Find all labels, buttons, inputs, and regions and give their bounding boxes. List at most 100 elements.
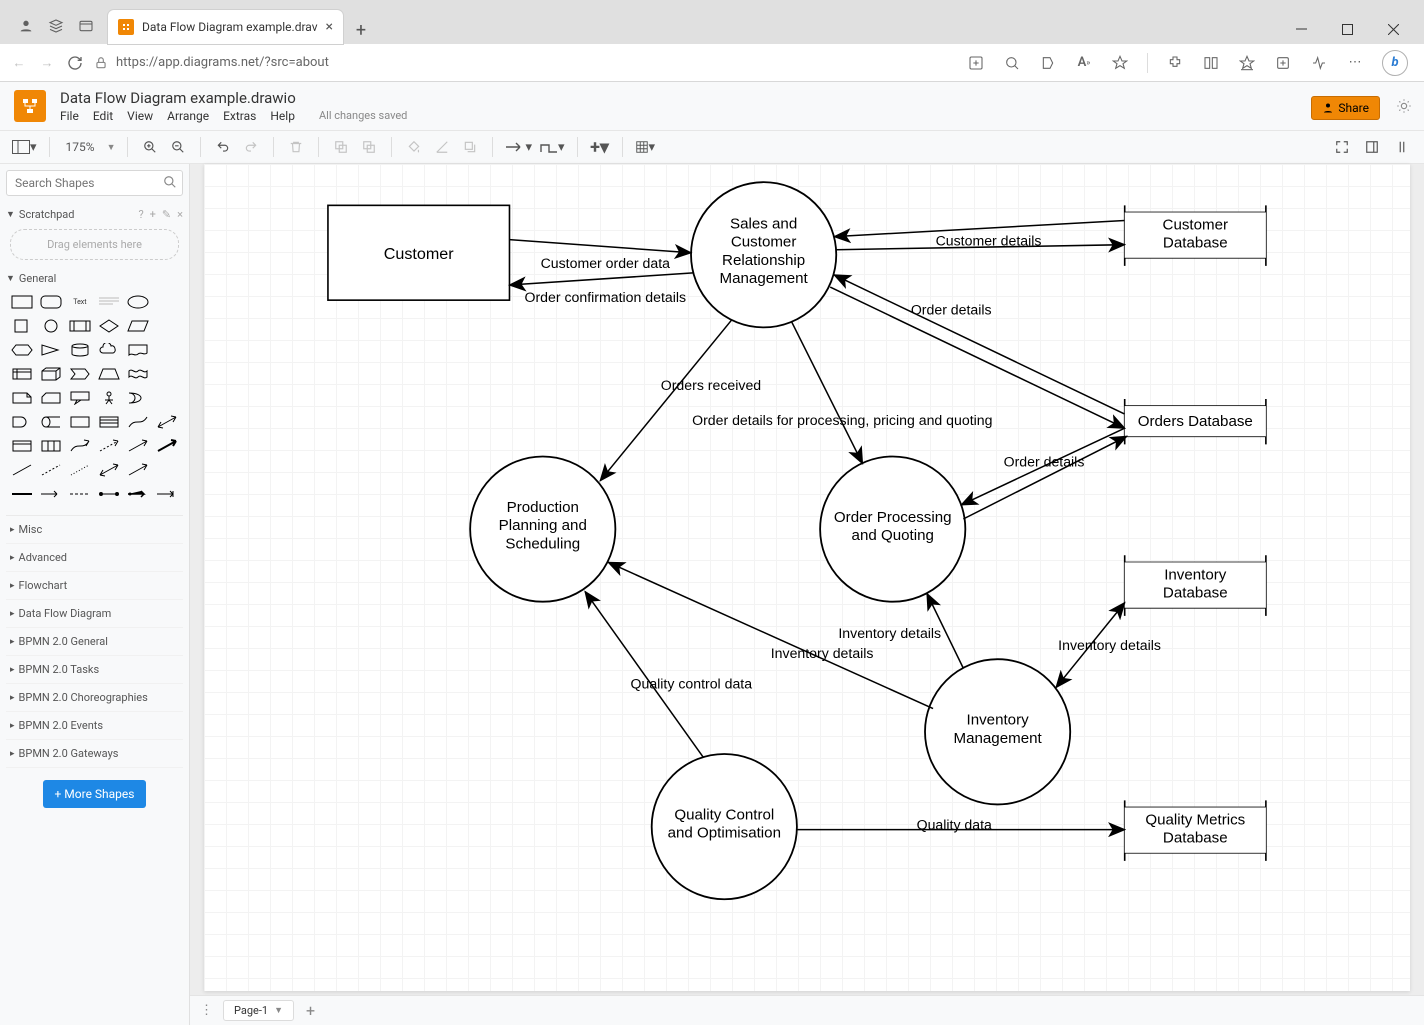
- category-bpmn-choreographies[interactable]: ▸BPMN 2.0 Choreographies: [6, 684, 183, 712]
- category-flowchart[interactable]: ▸Flowchart: [6, 572, 183, 600]
- theme-toggle-icon[interactable]: [1396, 98, 1412, 118]
- search-icon[interactable]: [163, 175, 177, 193]
- flow-order-details-opq-out[interactable]: [963, 436, 1126, 519]
- workspaces-icon[interactable]: [48, 18, 64, 34]
- read-aloud-icon[interactable]: [1039, 54, 1057, 72]
- favorites-bar-icon[interactable]: [1238, 54, 1256, 72]
- waypoints-icon[interactable]: ▾: [540, 135, 565, 159]
- shape-connector4[interactable]: [97, 485, 120, 503]
- shape-connector2[interactable]: [39, 485, 62, 503]
- category-misc[interactable]: ▸Misc: [6, 516, 183, 544]
- flow-customer-order[interactable]: [509, 240, 691, 253]
- shape-container[interactable]: [68, 413, 91, 431]
- scratchpad-header[interactable]: ▼Scratchpad ?+✎×: [6, 204, 183, 225]
- flow-order-conf[interactable]: [509, 273, 693, 285]
- table-icon[interactable]: ▾: [635, 135, 656, 159]
- shape-blank[interactable]: [156, 293, 179, 311]
- window-close-button[interactable]: [1370, 14, 1416, 44]
- performance-icon[interactable]: [1310, 54, 1328, 72]
- shape-arrow-dashed[interactable]: [97, 437, 120, 455]
- shape-document[interactable]: [127, 341, 150, 359]
- shape-card[interactable]: [39, 389, 62, 407]
- scratchpad-add-icon[interactable]: +: [150, 208, 156, 221]
- shape-square[interactable]: [10, 317, 33, 335]
- more-shapes-button[interactable]: + More Shapes: [43, 780, 147, 808]
- profile-icon[interactable]: [18, 18, 34, 34]
- shape-actor[interactable]: [97, 389, 120, 407]
- scratchpad-dropzone[interactable]: Drag elements here: [10, 229, 179, 260]
- category-bpmn-gateways[interactable]: ▸BPMN 2.0 Gateways: [6, 740, 183, 768]
- shape-blank2[interactable]: [156, 317, 179, 335]
- category-dfd[interactable]: ▸Data Flow Diagram: [6, 600, 183, 628]
- shape-circle[interactable]: [39, 317, 62, 335]
- undo-icon[interactable]: [213, 135, 233, 159]
- file-name[interactable]: Data Flow Diagram example.drawio: [60, 89, 407, 107]
- menu-extras[interactable]: Extras: [223, 109, 256, 123]
- shape-connector5[interactable]: [127, 485, 150, 503]
- scratchpad-edit-icon[interactable]: ✎: [162, 208, 171, 221]
- page-add-button[interactable]: +: [300, 1001, 321, 1020]
- category-bpmn-general[interactable]: ▸BPMN 2.0 General: [6, 628, 183, 656]
- shape-cloud[interactable]: [97, 341, 120, 359]
- shape-cube[interactable]: [39, 365, 62, 383]
- shape-ellipse[interactable]: [127, 293, 150, 311]
- shape-bidir-arrow[interactable]: [156, 413, 179, 431]
- flow-qcd[interactable]: [585, 592, 703, 757]
- flow-order-proc[interactable]: [792, 322, 863, 463]
- zoom-level[interactable]: 175%: [62, 140, 99, 154]
- zoom-icon[interactable]: [1003, 54, 1021, 72]
- category-bpmn-events[interactable]: ▸BPMN 2.0 Events: [6, 712, 183, 740]
- shape-text[interactable]: Text: [68, 293, 91, 311]
- shape-hlist[interactable]: [10, 437, 33, 455]
- shape-arrow-line[interactable]: [127, 437, 150, 455]
- shape-cylinder[interactable]: [68, 341, 91, 359]
- split-screen-icon[interactable]: [1202, 54, 1220, 72]
- shape-textbox[interactable]: [97, 293, 120, 311]
- shape-curve[interactable]: [127, 413, 150, 431]
- scratchpad-help-icon[interactable]: ?: [138, 208, 143, 221]
- zoom-out-icon[interactable]: [168, 135, 188, 159]
- browser-tab-active[interactable]: Data Flow Diagram example.drav ×: [108, 10, 343, 44]
- shape-line-solid[interactable]: [10, 461, 33, 479]
- share-button[interactable]: Share: [1311, 96, 1380, 120]
- shape-parallelogram[interactable]: [127, 317, 150, 335]
- bing-chat-icon[interactable]: b: [1382, 50, 1408, 76]
- shape-arrow-thick[interactable]: [156, 437, 179, 455]
- shape-blank6[interactable]: [156, 461, 179, 479]
- shape-process[interactable]: [68, 317, 91, 335]
- flow-orders-received[interactable]: [600, 320, 731, 480]
- collections-icon[interactable]: [1274, 54, 1292, 72]
- menu-file[interactable]: File: [60, 109, 79, 123]
- shape-arrow-curve[interactable]: [68, 437, 91, 455]
- flow-order-details-db-in[interactable]: [834, 275, 1124, 414]
- tab-actions-icon[interactable]: [78, 18, 94, 34]
- shape-rectangle[interactable]: [10, 293, 33, 311]
- app-logo[interactable]: [14, 90, 46, 122]
- sidebar-toggle-icon[interactable]: ▾: [12, 135, 37, 159]
- shape-callout[interactable]: [68, 389, 91, 407]
- shape-trapezoid[interactable]: [97, 365, 120, 383]
- shape-rounded[interactable]: [39, 293, 62, 311]
- shape-note[interactable]: [10, 389, 33, 407]
- shape-bidir-line[interactable]: [97, 461, 120, 479]
- extensions-icon[interactable]: [1166, 54, 1184, 72]
- drawing-canvas[interactable]: Customer Customer Database Orders Databa…: [204, 164, 1410, 991]
- shape-or[interactable]: [127, 389, 150, 407]
- diagram-svg[interactable]: Customer Customer Database Orders Databa…: [204, 164, 1410, 991]
- search-shapes-input[interactable]: [6, 170, 183, 196]
- shape-line-dotted[interactable]: [68, 461, 91, 479]
- favorite-icon[interactable]: [1111, 54, 1129, 72]
- page-tab-current[interactable]: Page-1▼: [223, 1000, 294, 1021]
- new-tab-button[interactable]: +: [347, 16, 375, 44]
- shape-triangle[interactable]: [39, 341, 62, 359]
- shape-internal-storage[interactable]: [10, 365, 33, 383]
- redo-icon[interactable]: [241, 135, 261, 159]
- shape-blank4[interactable]: [156, 365, 179, 383]
- url-input[interactable]: https://app.diagrams.net/?src=about: [94, 55, 957, 70]
- menu-help[interactable]: Help: [270, 109, 295, 123]
- nav-refresh-icon[interactable]: [66, 54, 84, 72]
- shape-step[interactable]: [68, 365, 91, 383]
- shape-line-dashed[interactable]: [39, 461, 62, 479]
- shape-diamond[interactable]: [97, 317, 120, 335]
- collapse-icon[interactable]: [1392, 135, 1412, 159]
